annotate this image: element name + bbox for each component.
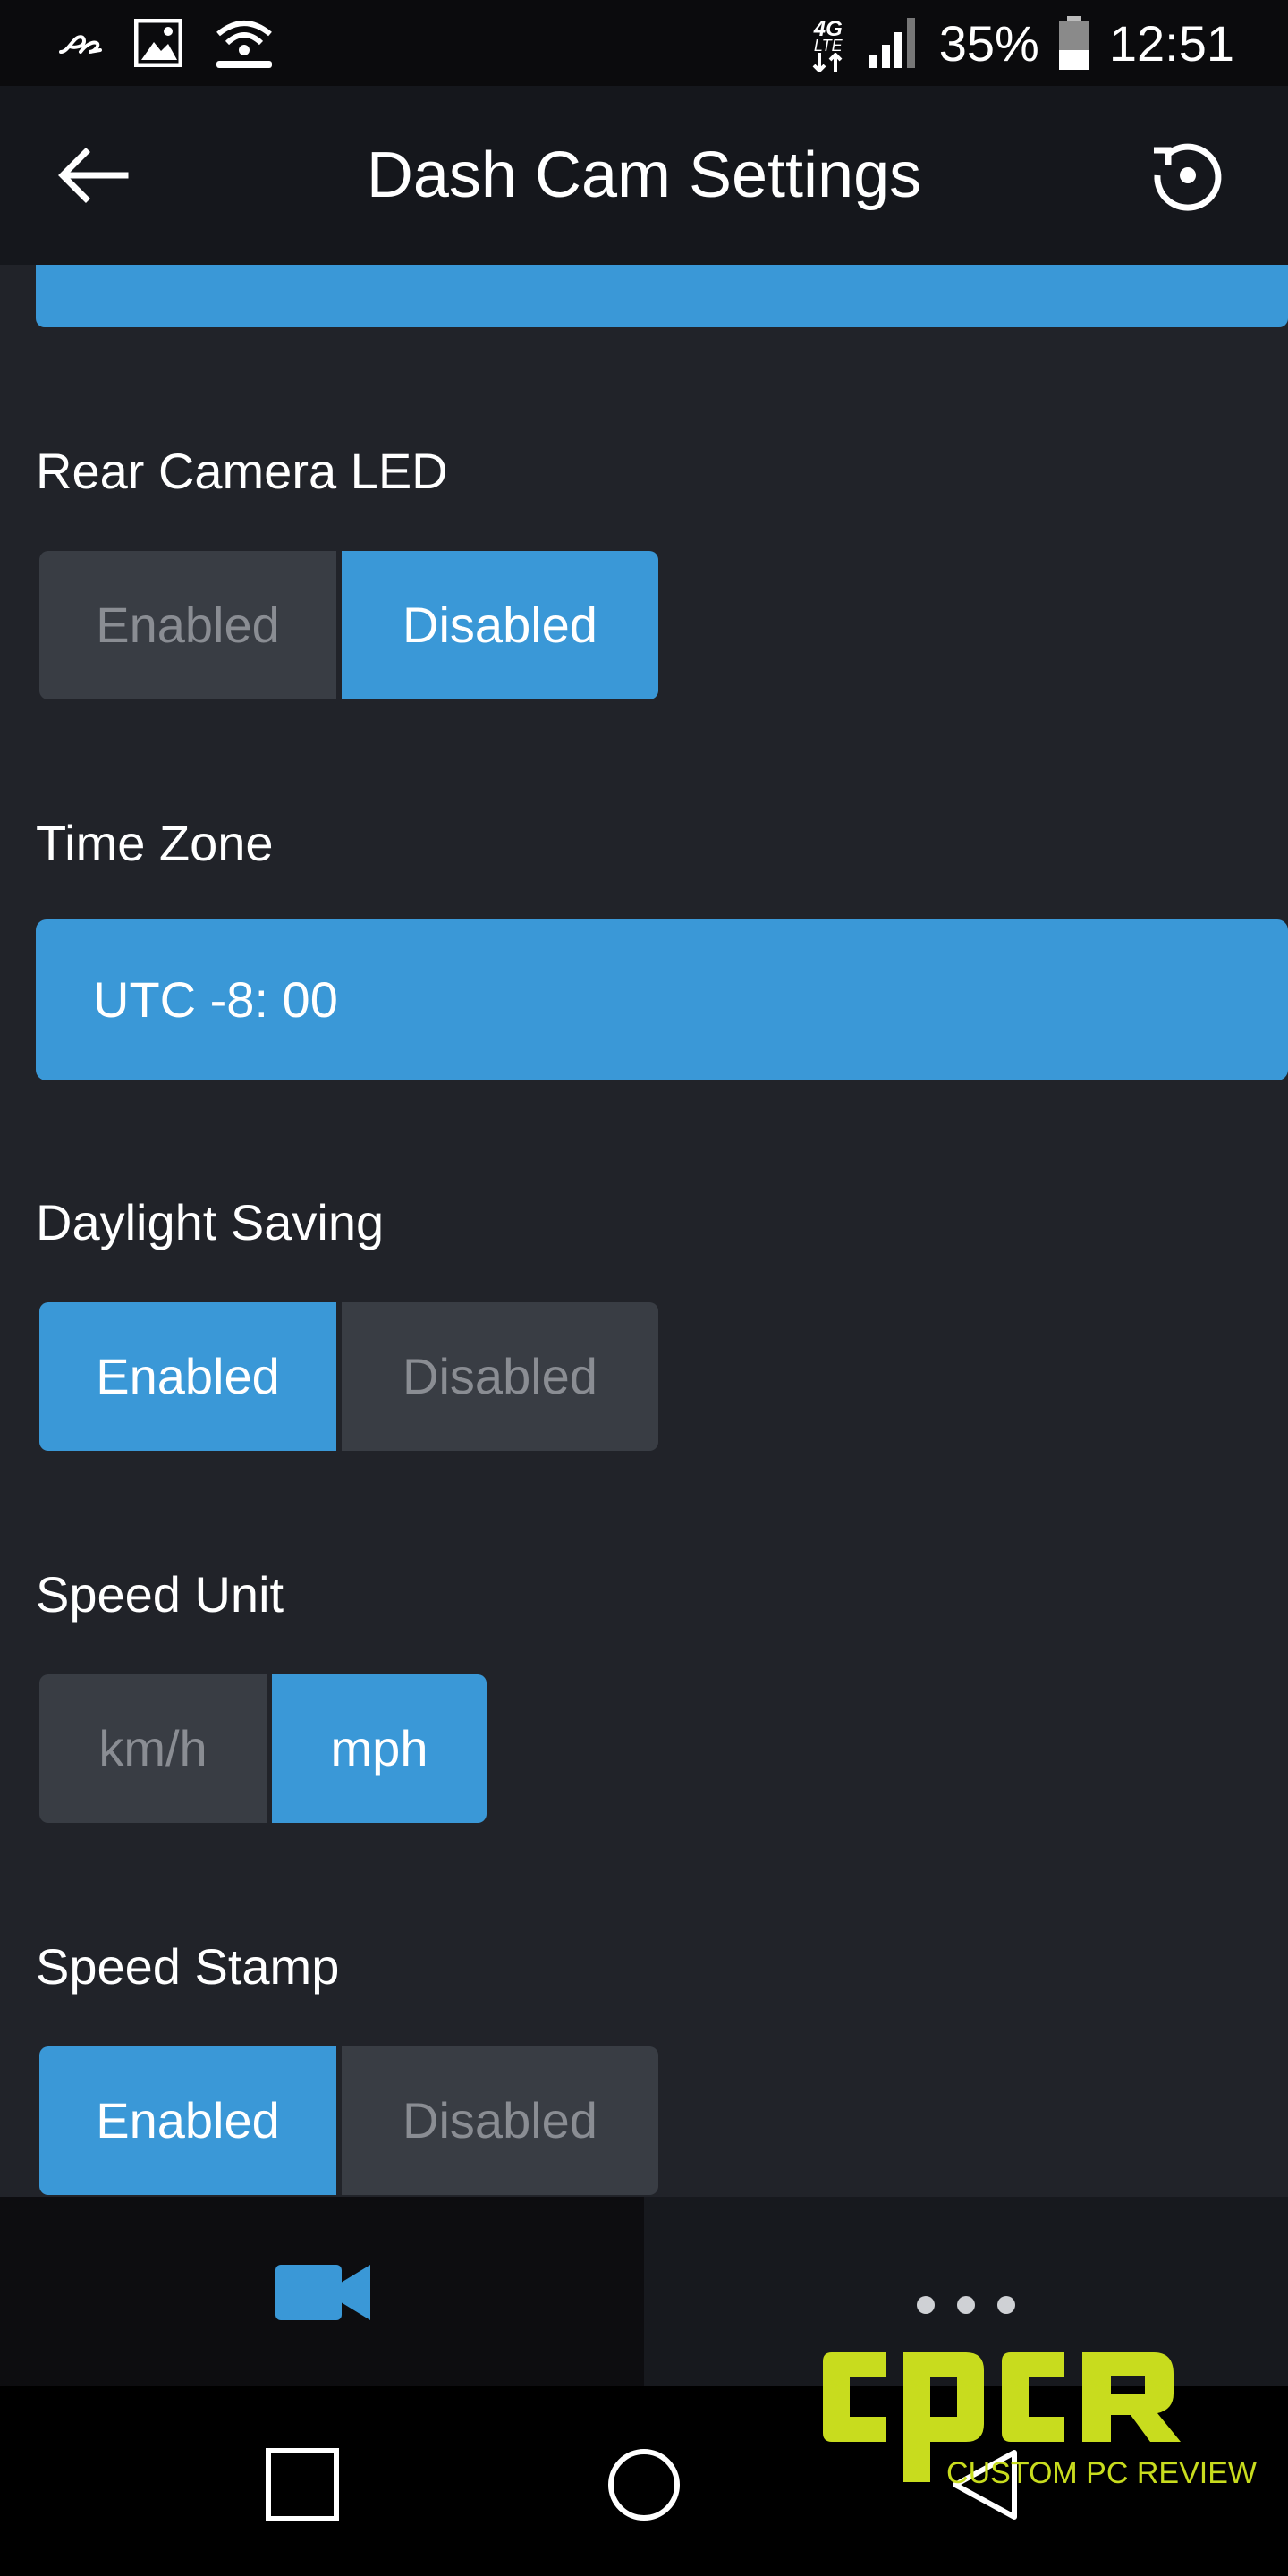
cpcr-logo: CUSTOM PC REVIEW (823, 2352, 1257, 2490)
daylight-disabled-option[interactable]: Disabled (342, 1302, 658, 1451)
assistant-icon (59, 35, 102, 54)
video-camera-icon (275, 2265, 370, 2320)
reset-button[interactable] (1145, 132, 1231, 218)
recents-square-icon[interactable] (265, 2447, 340, 2522)
status-bar: 4G LTE 35% 12:51 (0, 0, 1288, 86)
wifi-hotspot-icon (216, 21, 272, 68)
daylight-saving-label: Daylight Saving (36, 1194, 385, 1250)
speed-mph-option[interactable]: mph (272, 1674, 487, 1823)
rear-led-disabled-option[interactable]: Disabled (342, 551, 658, 699)
previous-setting-button[interactable] (36, 265, 1288, 327)
speed-stamp-toggle: Enabled Disabled (39, 2046, 658, 2195)
rear-camera-led-label: Rear Camera LED (36, 443, 448, 499)
battery-icon (1058, 16, 1089, 70)
speed-stamp-label: Speed Stamp (36, 1938, 340, 1995)
more-dots-icon (917, 2296, 1015, 2314)
back-button[interactable] (50, 132, 136, 218)
reset-icon (1154, 143, 1222, 211)
network-indicator: 4G LTE (807, 13, 850, 72)
speed-kmh-option[interactable]: km/h (39, 1674, 267, 1823)
time-zone-label: Time Zone (36, 815, 274, 871)
speed-stamp-enabled-option[interactable]: Enabled (39, 2046, 336, 2195)
speed-stamp-disabled-option[interactable]: Disabled (342, 2046, 658, 2195)
watermark: CUSTOM PC REVIEW (823, 2334, 1261, 2504)
status-left-icons (54, 14, 275, 72)
signal-icon (869, 18, 915, 68)
time-zone-selector[interactable]: UTC -8: 00 (36, 919, 1288, 1080)
app-bar: Dash Cam Settings (0, 86, 1288, 265)
screen: 4G LTE 35% 12:51 Dash Cam Settings Rear … (0, 0, 1288, 2576)
tab-video[interactable] (0, 2197, 644, 2386)
speed-unit-toggle: km/h mph (39, 1674, 487, 1823)
rear-led-enabled-option[interactable]: Enabled (39, 551, 336, 699)
daylight-enabled-option[interactable]: Enabled (39, 1302, 336, 1451)
daylight-saving-toggle: Enabled Disabled (39, 1302, 658, 1451)
status-right: 4G LTE 35% 12:51 (807, 7, 1234, 79)
rear-camera-led-toggle: Enabled Disabled (39, 551, 658, 699)
arrow-left-icon (58, 148, 129, 203)
clock: 12:51 (1108, 14, 1234, 72)
time-zone-value: UTC -8: 00 (93, 971, 338, 1028)
gallery-icon (134, 19, 182, 67)
home-circle-icon[interactable] (606, 2447, 682, 2522)
battery-percent: 35% (938, 14, 1039, 72)
page-title: Dash Cam Settings (366, 140, 922, 211)
data-arrows-icon (812, 53, 843, 72)
speed-unit-label: Speed Unit (36, 1566, 284, 1623)
watermark-tagline: CUSTOM PC REVIEW (946, 2456, 1257, 2490)
